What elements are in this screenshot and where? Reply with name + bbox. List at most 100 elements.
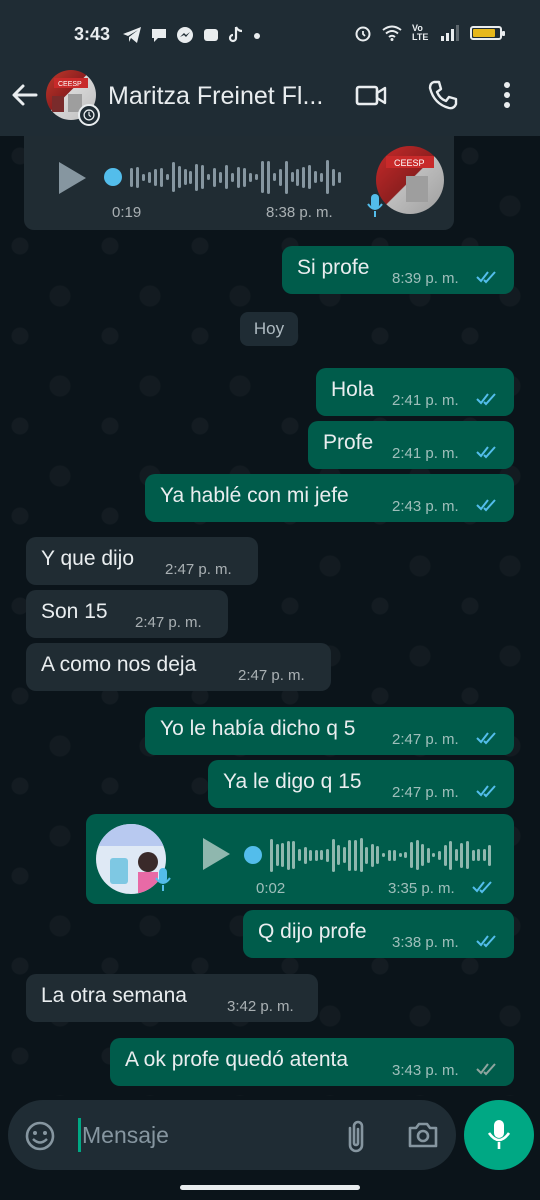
double-check-icon [472,881,492,894]
message-text: Hola [331,378,375,401]
svg-text:CEESP: CEESP [58,81,82,88]
playhead-dot[interactable] [244,846,262,864]
waveform[interactable] [244,834,494,876]
message-out[interactable]: Ya hablé con mi jefe 2:43 p. m. [145,474,514,522]
attach-icon[interactable] [342,1118,370,1154]
waveform-bar [348,839,352,871]
message-time: 2:47 p. m. [392,731,459,748]
waveform-bar [272,173,276,181]
message-time: 8:39 p. m. [392,270,459,287]
more-vert-icon[interactable] [490,78,524,112]
message-out[interactable]: Si profe 8:39 p. m. [282,246,514,294]
waveform-bar [225,165,229,189]
phone-icon[interactable] [426,78,460,112]
waveform[interactable] [104,156,344,198]
camera-icon[interactable] [406,1118,440,1152]
waveform-bar [147,171,151,183]
waveform-bar [159,167,163,187]
message-in[interactable]: Son 15 2:47 p. m. [26,590,228,638]
message-in[interactable]: A como nos deja 2:47 p. m. [26,643,331,691]
message-out[interactable]: Q dijo profe 3:38 p. m. [243,910,514,958]
play-icon[interactable] [56,160,88,196]
double-check-icon [476,271,496,284]
waveform-bar [398,853,402,857]
waveform-bar [320,850,324,860]
waveform-bar [302,166,306,188]
double-check-icon [476,935,496,948]
message-text: Si profe [297,256,370,279]
message-in[interactable]: La otra semana 3:42 p. m. [26,974,318,1022]
waveform-bar [342,847,346,863]
message-input[interactable]: Mensaje [82,1122,169,1149]
waveform-bar [275,844,279,866]
message-out[interactable]: Ya le digo q 15 2:47 p. m. [208,760,514,808]
message-text: Son 15 [41,600,108,623]
waveform-bar [284,160,288,194]
chat-bubble-icon [152,29,166,42]
waveform-bar [296,168,300,186]
waveform-bar [314,849,318,861]
waveform-bar [248,172,252,182]
double-check-icon [476,393,496,406]
message-time: 2:43 p. m. [392,498,459,515]
emoji-icon[interactable] [24,1120,56,1152]
back-arrow-icon[interactable] [10,80,40,110]
waveform-bar [260,161,264,193]
waveform-bar [189,170,193,184]
waveform-bar [449,840,453,870]
telegram-icon [123,27,141,43]
waveform-bar [292,841,296,869]
play-icon[interactable] [200,836,232,872]
alarm-icon [355,26,371,42]
waveform-bar [337,845,341,865]
contact-name[interactable]: Maritza Freinet Fl... [108,82,323,111]
voice-record-button[interactable] [464,1100,534,1170]
playhead-dot[interactable] [104,168,122,186]
mic-icon [155,868,171,891]
message-out[interactable]: Hola 2:41 p. m. [316,368,514,416]
status-time: 3:43 [74,24,111,44]
battery-level [473,29,496,37]
waveform-bar [242,167,246,187]
video-call-icon[interactable] [354,78,388,112]
waveform-bar [365,846,369,864]
waveform-bar [426,847,430,863]
waveform-bar [326,160,330,194]
waveform-bar [332,168,336,186]
message-out[interactable]: A ok profe quedó atenta 3:43 p. m. [110,1038,514,1086]
message-time: 2:41 p. m. [392,392,459,409]
message-time: 3:35 p. m. [388,880,455,897]
message-in[interactable]: Y que dijo 2:47 p. m. [26,537,258,585]
chat-area[interactable]: 0:19 8:38 p. m. CEESP Si profe 8:39 p. m… [0,136,540,1096]
tiktok-icon [228,26,243,43]
waveform-bar [135,166,139,188]
double-check-icon [476,446,496,459]
wifi-icon [382,25,402,41]
message-text: Profe [323,431,374,454]
waveform-bar [270,838,273,872]
waveform-bar [141,173,145,181]
gesture-nav-handle[interactable] [180,1185,360,1190]
waveform-bar [309,849,313,861]
waveform-bar [254,174,258,180]
double-check-icon [476,732,496,745]
message-out[interactable]: Yo le había dicho q 5 2:47 p. m. [145,707,514,755]
message-out[interactable]: Profe 2:41 p. m. [308,421,514,469]
waveform-bar [410,842,413,868]
waveform-bar [382,853,385,857]
double-check-icon [476,499,496,512]
waveform-bar [443,844,447,866]
double-check-icon [476,785,496,798]
voice-message-out[interactable]: 0:02 3:35 p. m. [86,814,514,904]
waveform-bar [376,846,380,864]
waveform-bar [213,167,217,187]
message-text: A ok profe quedó atenta [125,1048,349,1071]
waveform-bar [153,168,157,186]
message-composer[interactable]: Mensaje [8,1100,456,1170]
voice-duration: 0:19 [112,204,142,221]
voice-message-in[interactable]: 0:19 8:38 p. m. CEESP [24,136,454,230]
waveform-bar [298,849,301,861]
text-caret [78,1118,81,1152]
waveform-bar [326,848,329,862]
waveform-bar [421,844,425,866]
